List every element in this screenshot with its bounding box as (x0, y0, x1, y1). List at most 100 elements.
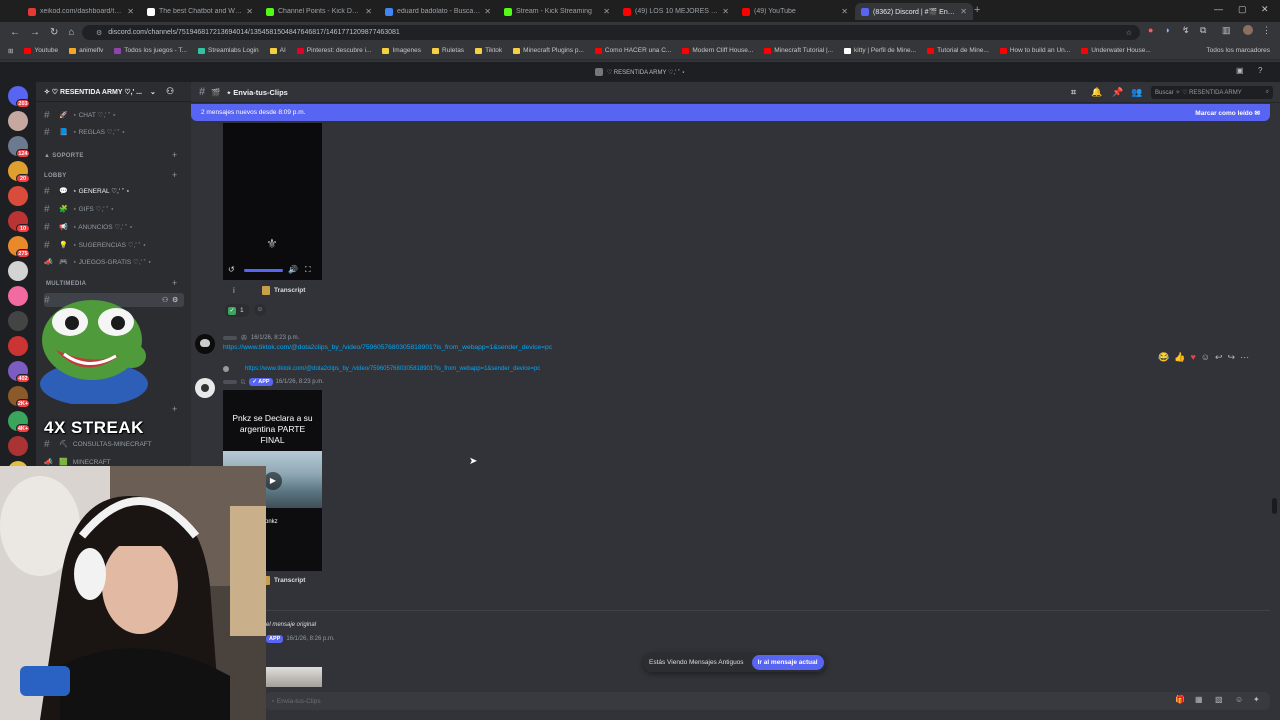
home-icon[interactable]: ⌂ (68, 27, 74, 38)
replay-icon[interactable]: ↺ (228, 265, 235, 274)
bookmark-item[interactable]: animeflv (69, 47, 103, 54)
close-tab-icon[interactable]: ✕ (484, 7, 491, 16)
threads-icon[interactable]: ⌗ (1071, 87, 1076, 98)
address-bar[interactable]: ⚙ discord.com/channels/75194681721369401… (82, 25, 1140, 40)
close-tab-icon[interactable]: ✕ (603, 7, 610, 16)
username-blurred[interactable] (223, 336, 237, 340)
bookmark-star-icon[interactable]: ☆ (1126, 29, 1132, 37)
member-list-icon[interactable]: 👥 (1131, 87, 1142, 98)
server-icon[interactable] (8, 261, 28, 281)
apps-icon[interactable]: ✦ (1253, 695, 1260, 704)
profile-avatar[interactable] (1243, 25, 1253, 35)
opera-extension-icon[interactable]: ● (1148, 25, 1153, 35)
close-tab-icon[interactable]: ✕ (127, 7, 134, 16)
add-reaction-icon[interactable]: ☺ (1201, 352, 1210, 363)
reload-icon[interactable]: ↻ (50, 27, 58, 38)
extension-icon[interactable]: ◗ (1165, 25, 1170, 35)
jump-to-present-button[interactable]: Ir al mensaje actual (751, 655, 824, 670)
video-thumbnail[interactable] (266, 667, 322, 687)
add-reaction-icon[interactable]: ☺ (254, 304, 266, 316)
sidebar-channel-item[interactable]: # 💬 ⋆ GENERAL ♡,' ˚ ⋆ (44, 184, 184, 198)
bookmark-item[interactable]: Underwater House... (1081, 47, 1151, 54)
gear-icon[interactable]: ⚙ (172, 296, 178, 304)
bookmark-item[interactable]: Ruletas (432, 47, 464, 54)
pin-icon[interactable]: 📌 (1112, 87, 1123, 98)
extension-icon[interactable]: ↯ (1182, 25, 1190, 36)
heart-emoji-icon[interactable]: ♥ (1190, 352, 1195, 363)
apps-icon[interactable]: ⊞ (8, 47, 13, 55)
avatar[interactable] (195, 334, 215, 354)
bookmark-item[interactable]: Todos los juegos - T... (114, 47, 187, 54)
bookmark-item[interactable]: Pinterest: descubre i... (296, 47, 371, 54)
volume-icon[interactable]: 🔊 (288, 265, 298, 274)
browser-tab[interactable]: xeikod.com/dashboard/tasks ✕ (22, 3, 140, 20)
search-input[interactable]: Buscar ✧ ♡ RESENTIDA ARMY ⌕ (1151, 86, 1273, 99)
add-channel-icon[interactable]: + (172, 150, 177, 160)
sticker-icon[interactable]: ▧ (1215, 695, 1223, 704)
bookmark-item[interactable]: Streamlabs Login (198, 47, 259, 54)
back-icon[interactable]: ← (10, 27, 20, 38)
sidebar-channel-item[interactable]: # 📢 ⋆ ANUNCIOS ♡,' ˚ ⋆ (44, 220, 184, 234)
avatar[interactable] (195, 378, 215, 398)
bookmark-item[interactable]: Minecraft Plugins p... (513, 47, 584, 54)
bookmark-item[interactable]: How to build an Un... (999, 47, 1070, 54)
bookmark-item[interactable]: Minecraft Tutorial |... (764, 47, 833, 54)
reaction-pill[interactable]: ✓ 1 (225, 304, 249, 317)
sidepanel-icon[interactable]: ▥ (1222, 25, 1231, 36)
extensions-puzzle-icon[interactable]: ⧉ (1200, 25, 1206, 36)
close-tab-icon[interactable]: ✕ (365, 7, 372, 16)
scrollbar-thumb[interactable] (1272, 498, 1277, 514)
forward-icon[interactable]: ↪ (1228, 352, 1236, 363)
emoji-icon[interactable]: ☺ (1235, 695, 1243, 704)
bookmark-item[interactable]: Modern Cliff House... (682, 47, 753, 54)
close-tab-icon[interactable]: ✕ (722, 7, 729, 16)
browser-tab[interactable]: (49) LOS 10 MEJORES GANCHOS ✕ (617, 3, 735, 20)
thumbs-up-emoji-icon[interactable]: 👍 (1174, 352, 1185, 363)
video-progress-bar[interactable] (244, 269, 283, 272)
more-icon[interactable]: ⋯ (1240, 352, 1249, 363)
sidebar-channel-item[interactable]: # 🚀 ⋆ CHAT ♡,' ˚ ⋆ (44, 108, 184, 122)
browser-tab[interactable]: (49) YouTube ✕ (736, 3, 854, 20)
site-info-icon[interactable]: ⚙ (96, 29, 102, 37)
close-tab-icon[interactable]: ✕ (246, 7, 253, 16)
bookmark-item[interactable]: AI (269, 47, 286, 54)
server-icon[interactable] (8, 311, 28, 331)
server-icon[interactable] (8, 336, 28, 356)
fullscreen-icon[interactable]: ⛶ (305, 265, 311, 275)
browser-tab[interactable]: Channel Points - Kick Dashboard ✕ (260, 3, 378, 20)
browser-tab[interactable]: The best Chatbot and Widgets ✕ (141, 3, 259, 20)
bookmark-item[interactable]: Como HACER una C... (594, 47, 671, 54)
all-bookmarks-link[interactable]: Todos los marcadores (1206, 47, 1270, 54)
laugh-emoji-icon[interactable]: 😂 (1158, 352, 1169, 363)
sidebar-channel-item[interactable]: 📣 🎮 ⋆ JUEGOS-GRATIS ♡,' ˚ ⋆ (44, 255, 184, 269)
browser-tab[interactable]: Stream - Kick Streaming ✕ (498, 3, 616, 20)
transcript-button[interactable]: Transcript (262, 576, 305, 585)
gif-icon[interactable]: ▦ (1195, 695, 1203, 704)
sidebar-channel-item[interactable]: # 📘 ⋆ REGLAS ♡,' ˚ ⋆ (44, 125, 184, 139)
server-icon[interactable] (8, 436, 28, 456)
server-icon[interactable] (8, 111, 28, 131)
minimize-icon[interactable]: — (1214, 4, 1223, 14)
browser-menu-icon[interactable]: ⋮ (1262, 25, 1271, 36)
browser-tab[interactable]: (8362) Discord | #🎬 Envia-tus-Clips✕ (855, 3, 973, 20)
category-lobby[interactable]: LOBBY (44, 173, 67, 179)
play-icon[interactable]: ▶ (264, 472, 282, 490)
message-composer[interactable]: ⋆ Envia-tus-Clips 🎁 ▦ ▧ ☺ ✦ (265, 692, 1270, 710)
sidebar-channel-item[interactable]: # ⛏ CONSULTAS-MINECRAFT (44, 437, 184, 451)
inbox-icon[interactable]: ▣ (1236, 66, 1244, 75)
original-message-note[interactable]: el mensaje original (266, 622, 316, 628)
help-icon[interactable]: ? (1258, 66, 1262, 75)
add-channel-icon[interactable]: + (172, 170, 177, 180)
browser-tab[interactable]: eduard badolato - Buscar con Google ✕ (379, 3, 497, 20)
bell-icon[interactable]: 🔔 (1091, 87, 1102, 98)
mark-as-read-button[interactable]: Marcar como leído ✉ (1195, 109, 1260, 117)
gift-icon[interactable]: 🎁 (1175, 695, 1185, 704)
close-tab-icon[interactable]: ✕ (960, 7, 967, 16)
info-icon[interactable]: i (233, 286, 235, 295)
forward-icon[interactable]: → (30, 27, 40, 38)
close-tab-icon[interactable]: ✕ (841, 7, 848, 16)
sidebar-channel-item[interactable]: # 💡 ⋆ SUGERENCIAS ♡,' ˚ ⋆ (44, 238, 184, 252)
server-icon[interactable] (8, 186, 28, 206)
sidebar-channel-item[interactable]: # 🧩 ⋆ GIFS ♡,' ˚ ⋆ (44, 202, 184, 216)
bookmark-item[interactable]: Youtube (24, 47, 58, 54)
